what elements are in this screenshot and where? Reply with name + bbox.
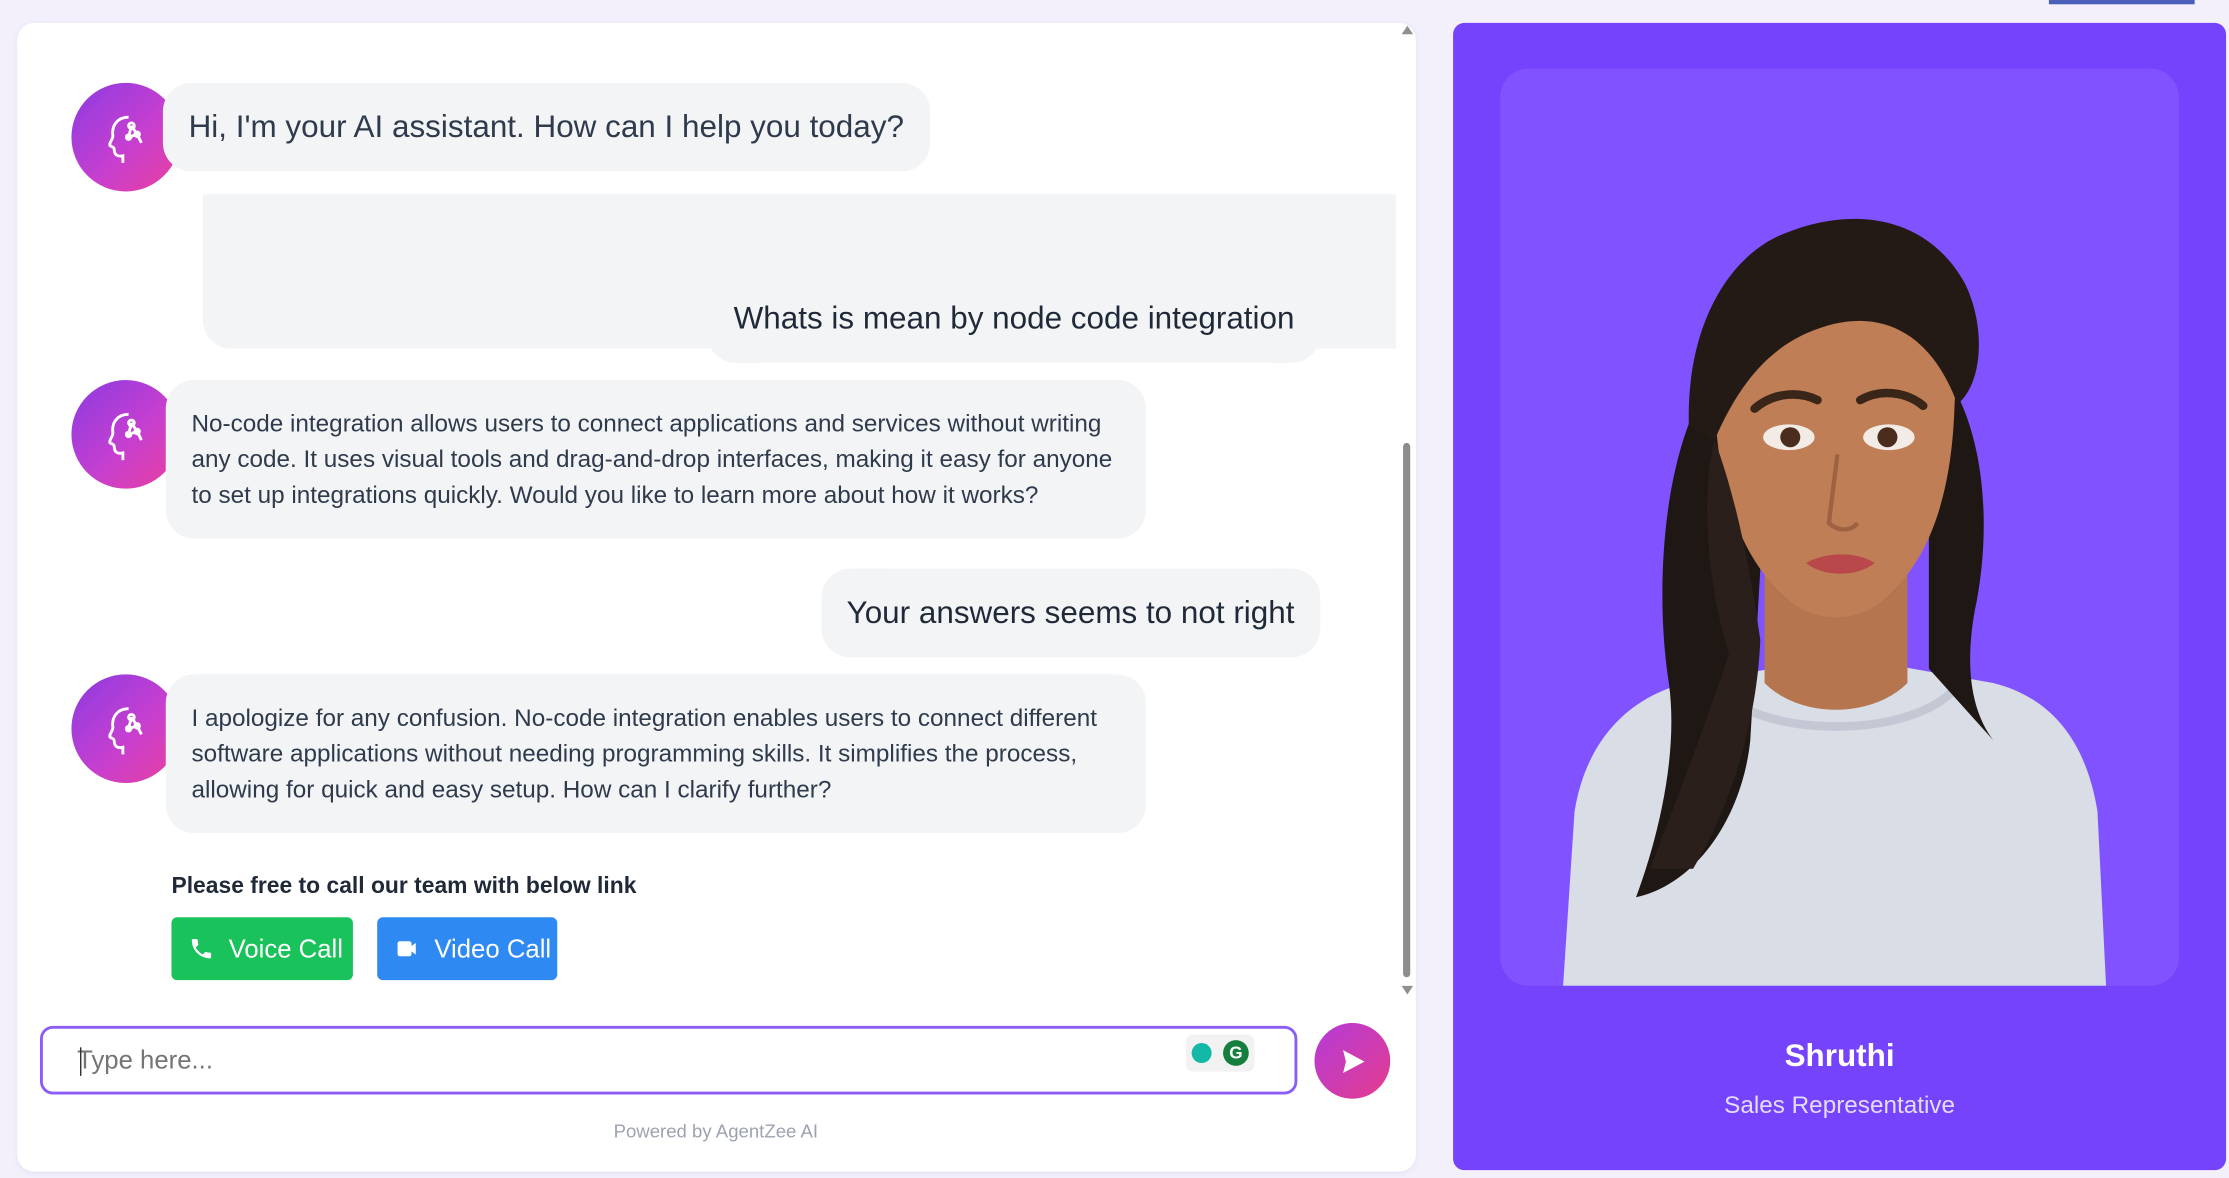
message-text: Your answers seems to not right	[846, 594, 1295, 631]
user-message: Your answers seems to not right	[820, 568, 1321, 658]
scroll-thumb[interactable]	[1403, 442, 1411, 978]
bot-message: No-code integration allows users to conn…	[165, 380, 1146, 539]
message-text: I apologize for any confusion. No-code i…	[191, 704, 1098, 803]
message-text: Whats is mean by node code integration	[733, 300, 1295, 336]
powered-by: Powered by AgentZee AI	[613, 1120, 819, 1142]
scroll-up-arrow[interactable]	[1401, 25, 1414, 35]
chat-panel: Hi, I'm your AI assistant. How can I hel…	[17, 22, 1416, 1172]
lightbulb-icon[interactable]	[1191, 1043, 1212, 1064]
agent-name: Shruthi	[1784, 1037, 1895, 1074]
voice-call-label: Voice Call	[228, 933, 343, 963]
grammarly-icon[interactable]: G	[1223, 1040, 1249, 1066]
bot-avatar-icon	[71, 380, 181, 489]
video-camera-icon	[397, 941, 416, 957]
agent-video-card	[1500, 68, 2179, 986]
voice-call-button[interactable]: Voice Call	[171, 917, 353, 981]
send-button[interactable]	[1314, 1023, 1391, 1099]
video-call-button[interactable]: Video Call	[377, 917, 558, 981]
send-icon	[1342, 1049, 1364, 1073]
user-message: Whats is mean by node code integration	[707, 274, 1321, 363]
bot-message: I apologize for any confusion. No-code i…	[165, 674, 1146, 833]
top-bar-indicator	[2048, 0, 2195, 5]
bot-message: Hi, I'm your AI assistant. How can I hel…	[162, 82, 930, 172]
agent-role: Sales Representative	[1724, 1091, 1956, 1119]
text-caret	[80, 1047, 82, 1076]
chat-scrollbar[interactable]	[1399, 23, 1416, 997]
phone-icon	[191, 939, 212, 959]
message-text: Hi, I'm your AI assistant. How can I hel…	[188, 108, 904, 145]
scroll-down-arrow[interactable]	[1401, 985, 1414, 995]
message-text: No-code integration allows users to conn…	[191, 410, 1113, 509]
writing-assistant-icons[interactable]: G	[1185, 1034, 1255, 1072]
call-team-prompt: Please free to call our team with below …	[171, 874, 637, 899]
message-input-container: G	[40, 1025, 1298, 1095]
agent-panel: Shruthi Sales Representative	[1453, 22, 2227, 1171]
bot-avatar-icon	[71, 674, 181, 783]
message-list[interactable]: Hi, I'm your AI assistant. How can I hel…	[17, 23, 1396, 1023]
video-call-label: Video Call	[434, 933, 552, 963]
message-input[interactable]	[77, 1028, 1192, 1092]
agent-avatar-image	[1563, 218, 2107, 986]
